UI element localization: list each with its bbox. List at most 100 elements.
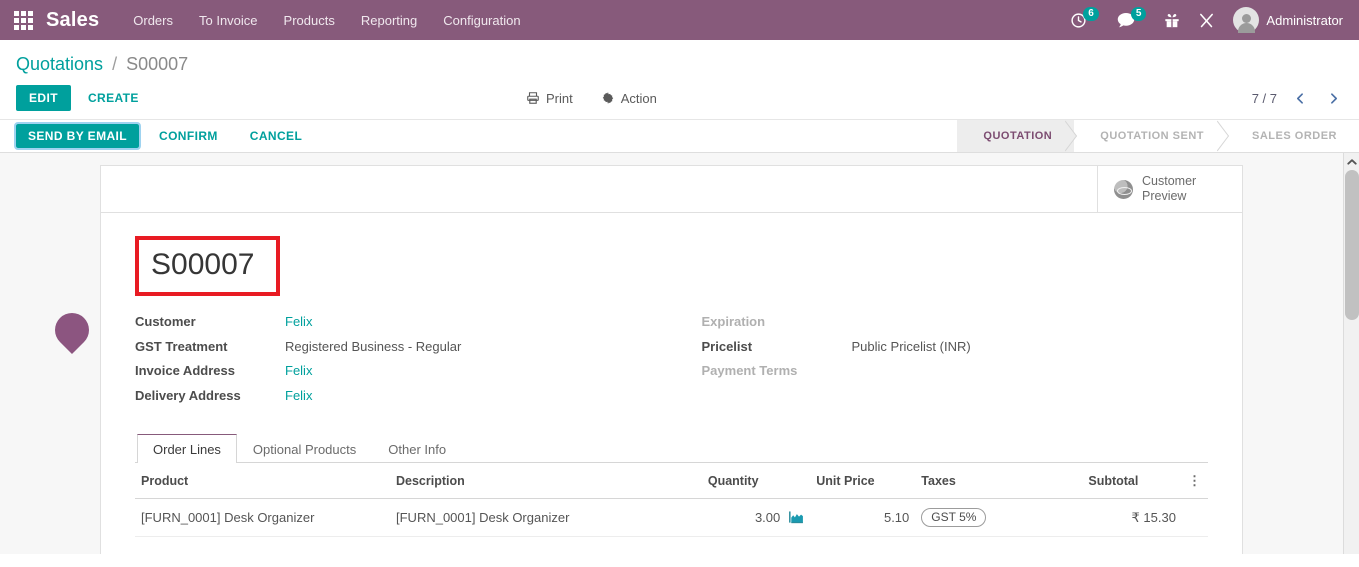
user-menu[interactable]: Administrator [1233,7,1343,33]
field-gst-treatment: GST Treatment Registered Business - Regu… [135,339,672,364]
column-header-quantity: Quantity [701,465,811,499]
cell-product: [FURN_0001] Desk Organizer [135,498,390,537]
tax-badge: GST 5% [921,508,987,527]
tab-order-lines[interactable]: Order Lines [137,434,237,463]
order-lines-table: Product Description Quantity Unit Price … [135,465,1208,537]
field-delivery-address-value[interactable]: Felix [285,388,312,403]
cell-quantity-value: 3.00 [754,510,781,525]
notebook-tabs: Order Lines Optional Products Other Info [135,434,1208,463]
tab-other-info[interactable]: Other Info [372,434,462,463]
field-gst-treatment-value: Registered Business - Regular [285,338,462,354]
cancel-button[interactable]: CANCEL [238,125,314,147]
statusbar-action-buttons: SEND BY EMAIL CONFIRM CANCEL [14,120,314,152]
pager-previous-button[interactable] [1291,91,1310,106]
menu-item-to-invoice[interactable]: To Invoice [199,13,258,28]
gear-icon [601,91,615,105]
confirm-button[interactable]: CONFIRM [147,125,230,147]
field-invoice-address-label: Invoice Address [135,363,235,378]
table-header-row: Product Description Quantity Unit Price … [135,465,1208,499]
create-button[interactable]: CREATE [77,85,150,111]
tab-optional-products[interactable]: Optional Products [237,434,372,463]
pager: 7 / 7 [1252,91,1343,106]
app-brand-title: Sales [46,8,100,31]
control-panel: Quotations / S00007 EDIT CREATE Print Ac… [0,40,1359,120]
breadcrumb-separator: / [112,54,118,74]
control-panel-buttons: EDIT CREATE Print Action 7 / 7 [16,77,1343,119]
vertical-scrollbar[interactable] [1343,153,1359,554]
menu-item-products[interactable]: Products [284,13,335,28]
gift-icon [1164,12,1180,29]
form-column-left: Customer Felix GST Treatment Registered … [135,314,672,412]
tools-icon [1198,12,1215,29]
purple-teardrop-marker [47,305,97,355]
cell-subtotal: ₹ 15.30 [1082,498,1182,537]
cell-quantity: 3.00 [701,498,811,537]
record-title-highlight-box: S00007 [135,236,281,296]
statusbar-stages: QUOTATION QUOTATION SENT SALES ORDER [957,120,1359,152]
form-column-right: Expiration Pricelist Public Pricelist (I… [672,314,1209,412]
main-menu: Orders To Invoice Products Reporting Con… [133,13,520,28]
page-title: S00007 [151,248,255,281]
stage-sales-order[interactable]: SALES ORDER [1226,120,1359,152]
scrollbar-thumb[interactable] [1345,170,1359,320]
customer-preview-label-line1: Customer [1142,174,1197,188]
apps-menu-button[interactable] [0,0,46,40]
globe-icon [1114,179,1133,199]
send-by-email-button[interactable]: SEND BY EMAIL [14,122,141,150]
notebook: Order Lines Optional Products Other Info… [135,434,1208,537]
field-expiration: Expiration [702,314,1209,339]
breadcrumb-parent-quotations[interactable]: Quotations [16,54,103,74]
table-row[interactable]: [FURN_0001] Desk Organizer [FURN_0001] D… [135,498,1208,537]
field-invoice-address-value[interactable]: Felix [285,363,312,378]
customer-preview-button[interactable]: Customer Preview [1097,166,1242,212]
gift-menu[interactable] [1164,12,1180,29]
scroll-up-button[interactable] [1344,153,1359,170]
field-expiration-label: Expiration [701,314,766,329]
column-header-description: Description [390,465,702,499]
field-customer-value[interactable]: Felix [285,314,312,329]
print-dropdown[interactable]: Print [526,91,573,106]
optional-columns-button[interactable]: ⋮ [1181,465,1208,499]
cell-unit-price: 5.10 [810,498,916,537]
field-pricelist: Pricelist Public Pricelist (INR) [702,339,1209,364]
sheet-body: S00007 Customer Felix GST Treatment Regi… [101,213,1242,547]
column-header-product: Product [135,465,390,499]
printer-icon [526,91,540,105]
top-navbar: Sales Orders To Invoice Products Reporti… [0,0,1359,40]
menu-item-reporting[interactable]: Reporting [361,13,417,28]
systray: 6 5 Administrator [1070,7,1349,33]
field-delivery-address: Delivery Address Felix [135,388,672,413]
form-sheet: Customer Preview S00007 Customer Felix G… [100,165,1243,554]
edit-button[interactable]: EDIT [16,85,71,111]
field-invoice-address: Invoice Address Felix [135,363,672,388]
messaging-menu[interactable]: 5 [1117,7,1147,29]
field-delivery-address-label: Delivery Address [135,387,241,403]
column-header-subtotal: Subtotal [1082,465,1182,499]
field-pricelist-value: Public Pricelist (INR) [851,338,971,354]
stage-quotation-sent[interactable]: QUOTATION SENT [1074,120,1227,152]
field-customer: Customer Felix [135,314,672,339]
field-gst-treatment-label: GST Treatment [135,338,228,354]
avatar-icon [1233,7,1260,33]
breadcrumb-current-record: S00007 [126,54,189,74]
debug-menu[interactable] [1198,12,1215,29]
statusbar: SEND BY EMAIL CONFIRM CANCEL QUOTATION Q… [0,120,1359,153]
action-dropdown[interactable]: Action [601,91,657,106]
messages-count-badge: 5 [1130,7,1147,21]
stage-quotation[interactable]: QUOTATION [957,120,1075,152]
field-payment-terms: Payment Terms [702,363,1209,388]
pager-next-button[interactable] [1324,91,1343,106]
control-panel-dropdowns: Print Action [526,91,657,106]
stat-button-box: Customer Preview [101,166,1242,213]
menu-item-orders[interactable]: Orders [133,13,173,28]
pager-value: 7 / 7 [1251,90,1277,106]
column-header-taxes: Taxes [915,465,1083,499]
activities-menu[interactable]: 6 [1070,7,1099,29]
action-label: Action [620,90,657,106]
forecast-chart-icon[interactable] [789,511,804,524]
user-name-label: Administrator [1266,12,1343,28]
cell-taxes: GST 5% [915,498,1083,537]
apps-grid-icon [13,10,33,30]
field-payment-terms-label: Payment Terms [701,363,798,378]
menu-item-configuration[interactable]: Configuration [443,13,520,28]
